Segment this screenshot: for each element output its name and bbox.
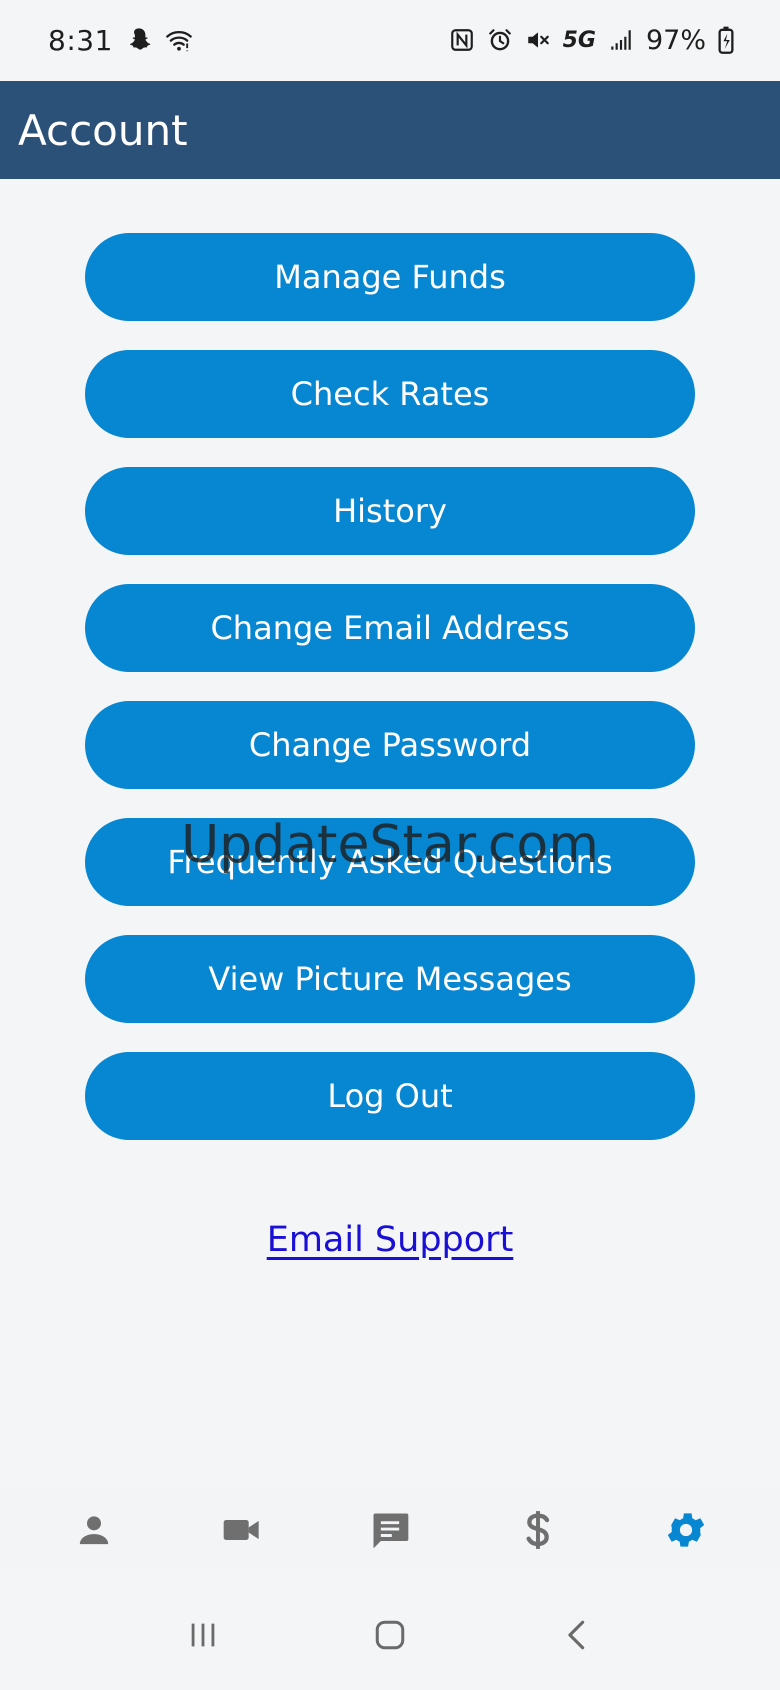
status-bar: 8:31 5G 97%: [0, 0, 780, 80]
system-nav-bar: [0, 1580, 780, 1690]
tab-profile[interactable]: [34, 1490, 154, 1570]
view-picture-messages-button[interactable]: View Picture Messages: [85, 935, 695, 1023]
recent-apps-button[interactable]: [148, 1595, 258, 1675]
tab-video[interactable]: [182, 1490, 302, 1570]
network-type: 5G: [562, 27, 596, 53]
status-left: 8:31: [48, 24, 193, 57]
bottom-tab-bar: [0, 1490, 780, 1570]
snapchat-icon: [125, 26, 153, 54]
email-support-link[interactable]: Email Support: [267, 1220, 514, 1260]
battery-icon: [718, 26, 734, 54]
change-password-button[interactable]: Change Password: [85, 701, 695, 789]
account-screen: 8:31 5G 97% Account Manage Funds Check R…: [0, 0, 780, 1690]
nfc-icon: [449, 27, 475, 53]
signal-icon: [608, 27, 634, 53]
dollar-icon: [526, 1511, 550, 1549]
status-right: 5G 97%: [449, 25, 734, 56]
faq-button[interactable]: Frequently Asked Questions: [85, 818, 695, 906]
back-icon: [567, 1620, 584, 1650]
alarm-icon: [487, 27, 513, 53]
back-button[interactable]: [522, 1595, 632, 1675]
wifi-icon: [165, 26, 193, 54]
email-support: Email Support: [0, 1220, 780, 1260]
mute-icon: [525, 27, 551, 53]
home-icon: [375, 1620, 405, 1650]
battery-percent: 97%: [645, 24, 706, 56]
history-button[interactable]: History: [85, 467, 695, 555]
log-out-button[interactable]: Log Out: [85, 1052, 695, 1140]
gear-icon: [667, 1513, 705, 1547]
tab-messages[interactable]: [330, 1490, 450, 1570]
check-rates-button[interactable]: Check Rates: [85, 350, 695, 438]
person-icon: [79, 1516, 109, 1545]
account-menu: Manage Funds Check Rates History Change …: [85, 233, 695, 1169]
status-time: 8:31: [48, 23, 113, 57]
chat-message-icon: [373, 1513, 409, 1549]
app-bar: Account: [0, 81, 780, 179]
page-title: Account: [18, 105, 188, 155]
tab-settings[interactable]: [626, 1490, 746, 1570]
video-camera-icon: [223, 1520, 259, 1540]
recent-apps-icon: [191, 1623, 215, 1647]
home-button[interactable]: [335, 1595, 445, 1675]
manage-funds-button[interactable]: Manage Funds: [85, 233, 695, 321]
change-email-button[interactable]: Change Email Address: [85, 584, 695, 672]
tab-funds[interactable]: [478, 1490, 598, 1570]
